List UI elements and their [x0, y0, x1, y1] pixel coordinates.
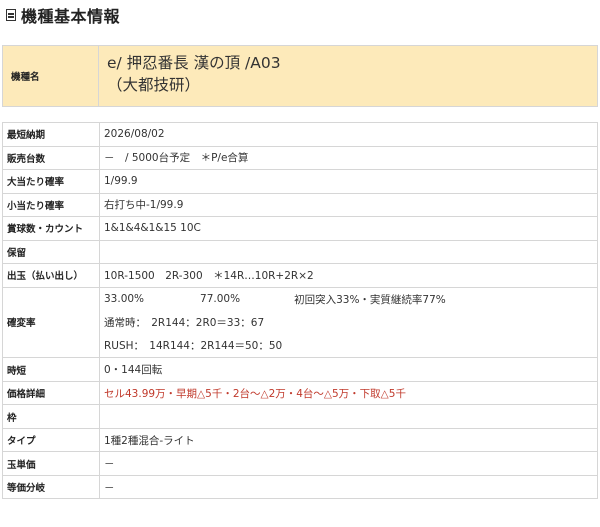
small-prob-value: 右打ち中-1/99.9 — [99, 192, 598, 217]
table-row: 大当たり確率 1/99.9 — [2, 169, 598, 194]
table-row: タイプ 1種2種混合-ライト — [2, 427, 598, 453]
time-short-value: 0・144回転 — [99, 357, 598, 382]
table-row: 出玉（払い出し） 10R-1500 2R-300 ＊14R…10R+2R×2 — [2, 263, 598, 288]
table-row: 価格詳細 セル43.99万・早期△5千・2台～△2万・4台～△5万・下取△5千 — [2, 380, 598, 406]
big-prob-value: 1/99.9 — [99, 169, 598, 194]
document-icon — [6, 9, 16, 21]
table-row: 等価分岐 － — [2, 474, 598, 500]
machine-name-label: 機種名 — [3, 46, 99, 106]
spec-table: 最短納期 2026/08/02 販売台数 － / 5000台予定 ＊P/e合算 … — [2, 122, 598, 500]
payout-count-label: 賞球数・カウント — [2, 216, 100, 241]
table-row: 小当たり確率 右打ち中-1/99.9 — [2, 192, 598, 217]
machine-name: e/ 押忍番長 漢の頂 /A03 — [107, 54, 281, 72]
units-sold-value: － / 5000台予定 ＊P/e合算 — [99, 145, 598, 170]
prob-change-rate-b: 77.00% — [200, 293, 241, 306]
prob-change-line2: 通常時： 2R144：2R0＝33：67 — [104, 316, 265, 329]
page-title: 機種基本情報 — [21, 7, 121, 26]
payout-count-value: 1&1&4&1&15 10C — [99, 216, 598, 241]
prob-change-label: 確変率 — [2, 286, 100, 359]
payout-label: 出玉（払い出し） — [2, 263, 100, 288]
hold-value — [99, 239, 598, 264]
equal-split-label: 等価分岐 — [2, 474, 100, 500]
equal-split-value: － — [99, 474, 598, 500]
table-row: 確変率 33.00% 77.00% 初回突入33%・実質継続率77% 通常時： … — [2, 286, 598, 359]
payout-value: 10R-1500 2R-300 ＊14R…10R+2R×2 — [99, 263, 598, 288]
type-value: 1種2種混合-ライト — [99, 427, 598, 453]
units-sold-label: 販売台数 — [2, 145, 100, 170]
prob-change-line1: 33.00% 77.00% 初回突入33%・実質継続率77% — [104, 288, 597, 311]
release-date-value: 2026/08/02 — [99, 122, 598, 147]
price-label: 価格詳細 — [2, 380, 100, 406]
table-row: 玉単価 － — [2, 451, 598, 476]
machine-name-box: 機種名 e/ 押忍番長 漢の頂 /A03 （大都技研） — [2, 45, 598, 107]
ball-price-label: 玉単価 — [2, 451, 100, 476]
frame-label: 枠 — [2, 404, 100, 429]
table-row: 最短納期 2026/08/02 — [2, 122, 598, 147]
ball-price-value: － — [99, 451, 598, 476]
release-date-label: 最短納期 — [2, 122, 100, 147]
small-prob-label: 小当たり確率 — [2, 192, 100, 217]
machine-maker: （大都技研） — [107, 76, 201, 94]
type-label: タイプ — [2, 427, 100, 453]
table-row: 保留 — [2, 239, 598, 264]
frame-value — [99, 404, 598, 429]
table-row: 時短 0・144回転 — [2, 357, 598, 382]
page-header: 機種基本情報 — [0, 0, 600, 30]
price-value: セル43.99万・早期△5千・2台～△2万・4台～△5万・下取△5千 — [99, 380, 598, 406]
prob-change-line3: RUSH： 14R144：2R144＝50：50 — [104, 340, 283, 353]
prob-change-note: 初回突入33%・実質継続率77% — [294, 293, 446, 306]
prob-change-value: 33.00% 77.00% 初回突入33%・実質継続率77% 通常時： 2R14… — [99, 286, 598, 359]
table-row: 販売台数 － / 5000台予定 ＊P/e合算 — [2, 145, 598, 170]
time-short-label: 時短 — [2, 357, 100, 382]
table-row: 枠 — [2, 404, 598, 429]
machine-name-value: e/ 押忍番長 漢の頂 /A03 （大都技研） — [99, 46, 281, 106]
hold-label: 保留 — [2, 239, 100, 264]
prob-change-rate-a: 33.00% — [104, 293, 145, 306]
table-row: 賞球数・カウント 1&1&4&1&15 10C — [2, 216, 598, 241]
big-prob-label: 大当たり確率 — [2, 169, 100, 194]
